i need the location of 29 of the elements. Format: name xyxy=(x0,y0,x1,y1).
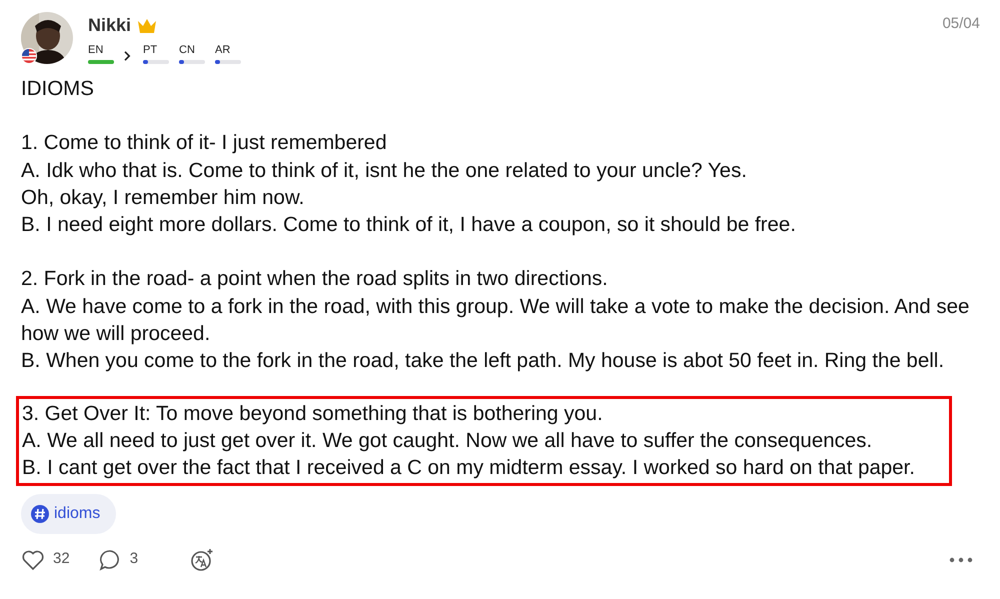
post-text-line: B. I need eight more dollars. Come to think of it, I have a coupon, so it should be free. xyxy=(21,212,797,238)
hashtag-icon xyxy=(31,504,49,523)
post-date: 05/04 xyxy=(942,14,980,34)
comment-count: 3 xyxy=(130,549,138,570)
post-text-line: Oh, okay, I remember him now. xyxy=(21,184,306,211)
hashtag-label: idioms xyxy=(54,504,100,524)
post-text-line: A. Idk who that is. Come to think of it, isnt he the one related to your uncle? Yes. xyxy=(21,158,748,184)
heart-icon[interactable] xyxy=(21,548,45,572)
language-code: PT xyxy=(143,43,158,57)
translate-icon[interactable] xyxy=(190,548,214,572)
post-text-line: A. We all need to just get over it. We got caught. Now we all have to suffer the consequences. xyxy=(22,428,874,454)
author-name[interactable]: Nikki xyxy=(88,12,132,39)
language-code: AR xyxy=(215,43,232,57)
language-code: EN xyxy=(88,43,104,57)
language-level-bar xyxy=(88,60,114,64)
post-text-line: A. We have come to a fork in the road, with this group. We will take a vote to make the decision. And see how we will proceed. xyxy=(21,294,970,348)
post-text-line: B. When you come to the fork in the road, take the left path. My house is abot 50 feet in. Ring the bell. xyxy=(21,348,946,374)
comment-icon[interactable] xyxy=(98,548,122,572)
like-count: 32 xyxy=(53,549,70,570)
chevron-right-icon xyxy=(124,51,131,61)
post-title: IDIOMS xyxy=(21,76,95,102)
flag-icon xyxy=(21,48,37,64)
post-text-line: B. I cant get over the fact that I received a C on my midterm essay. I worked so hard on that paper. xyxy=(22,455,916,482)
post-text-line: 2. Fork in the road- a point when the road splits in two directions. xyxy=(21,266,609,292)
language-code: CN xyxy=(179,43,196,57)
more-icon[interactable] xyxy=(949,556,973,563)
post-text-line: 3. Get Over It: To move beyond something that is bothering you. xyxy=(22,400,604,427)
hashtag-chip[interactable]: idioms xyxy=(21,494,116,534)
post-text-line: 1. Come to think of it- I just remembered xyxy=(21,130,388,156)
